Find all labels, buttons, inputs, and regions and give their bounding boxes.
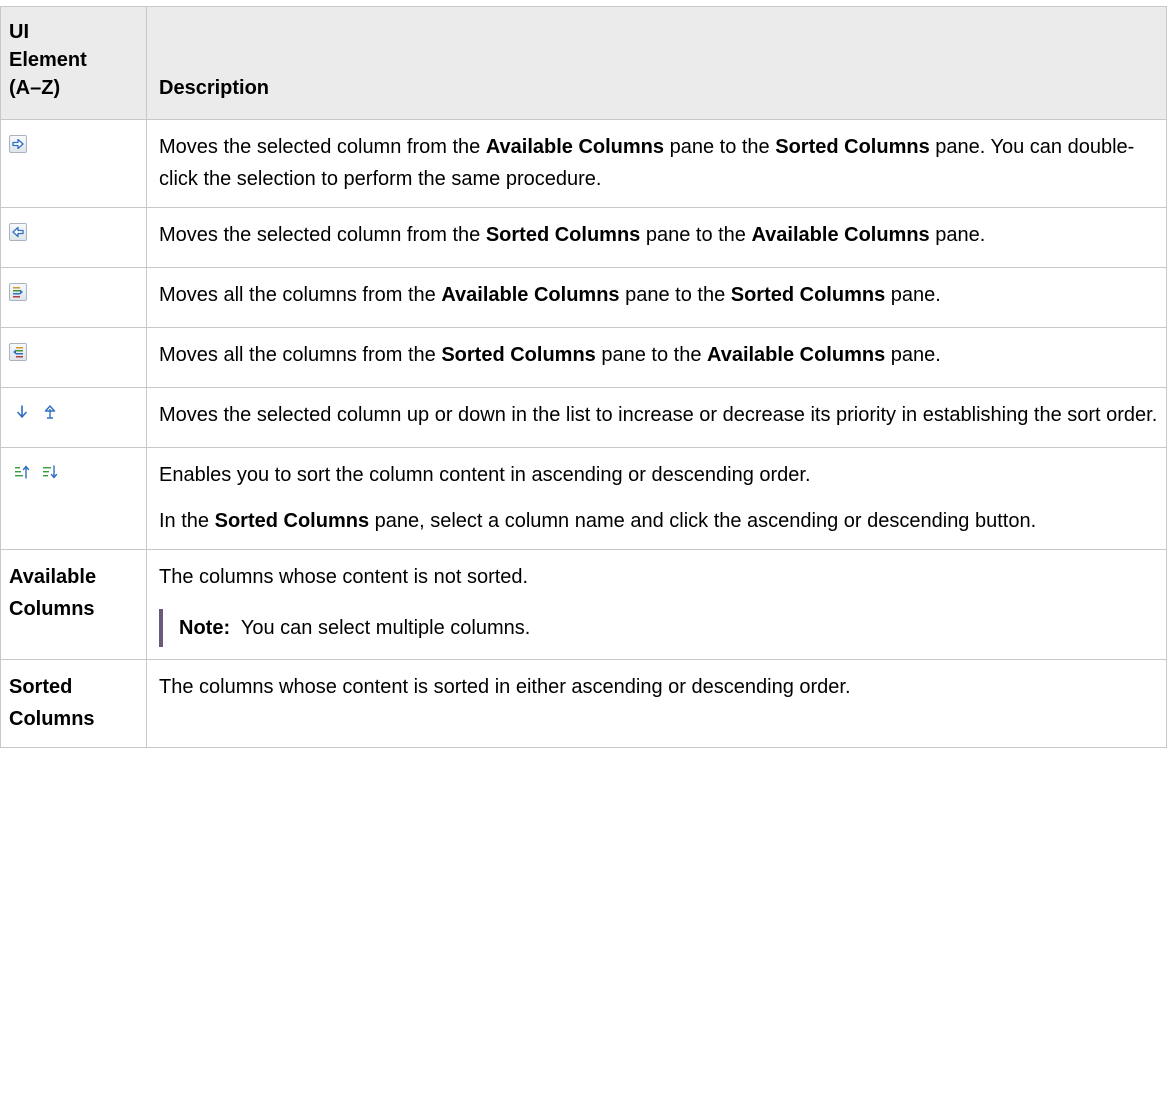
sort-descending-icon [41, 463, 59, 481]
header-ui-element-line-1: UI [9, 21, 29, 43]
desc-bold: Available Columns [707, 344, 886, 366]
description-cell: Enables you to sort the column content i… [146, 447, 1167, 550]
description-cell: Moves the selected column from the Avail… [146, 119, 1167, 208]
table-row: Moves all the columns from the Sorted Co… [0, 327, 1167, 388]
desc-text: pane to the [640, 224, 752, 246]
description-cell: The columns whose content is not sorted.… [146, 549, 1167, 660]
desc-text: pane, select a column name and click the… [369, 510, 1037, 532]
desc-bold: Sorted Columns [441, 344, 596, 366]
ui-element-name: Sorted Columns [0, 659, 147, 748]
move-up-arrow-icon [41, 403, 59, 421]
table-row: Moves the selected column from the Sorte… [0, 207, 1167, 268]
table-row: Moves the selected column up or down in … [0, 387, 1167, 448]
desc-bold: Available Columns [441, 284, 620, 306]
header-ui-element-line-2: Element [9, 49, 87, 71]
header-description: Description [146, 6, 1167, 120]
desc-text: Moves all the columns from the [159, 284, 442, 306]
ui-element-cell [0, 207, 147, 268]
move-left-arrow-icon [9, 223, 27, 241]
table-row: Available Columns The columns whose cont… [0, 549, 1167, 660]
desc-text: pane. [885, 344, 941, 366]
description-cell: Moves all the columns from the Available… [146, 267, 1167, 328]
desc-bold: Sorted Columns [485, 224, 641, 246]
desc-text: Moves the selected column from the [159, 136, 486, 158]
description-cell: Moves the selected column from the Sorte… [146, 207, 1167, 268]
desc-text: In the [159, 510, 215, 532]
desc-bold: Available Columns [485, 136, 665, 158]
ui-element-cell [0, 119, 147, 208]
description-cell: Moves all the columns from the Sorted Co… [146, 327, 1167, 388]
desc-bold: Available Columns [751, 224, 930, 246]
ui-element-cell [0, 267, 147, 328]
desc-text: pane. [885, 284, 941, 306]
desc-bold: Sorted Columns [730, 284, 886, 306]
table-row: Moves all the columns from the Available… [0, 267, 1167, 328]
move-right-arrow-icon [9, 135, 27, 153]
move-down-arrow-icon [13, 403, 31, 421]
desc-bold: Sorted Columns [775, 136, 930, 158]
ui-elements-table: UI Element (A–Z) Description Moves the s… [0, 6, 1167, 748]
table-row: Enables you to sort the column content i… [0, 447, 1167, 550]
desc-text: Moves all the columns from the [159, 344, 442, 366]
desc-text: pane. [929, 224, 986, 246]
desc-text: Moves the selected column from the [159, 224, 486, 246]
desc-paragraph: Enables you to sort the column content i… [159, 464, 811, 486]
move-all-left-icon [9, 343, 27, 361]
description-cell: Moves the selected column up or down in … [146, 387, 1167, 448]
desc-text: pane to the [664, 136, 776, 158]
sort-ascending-icon [13, 463, 31, 481]
desc-paragraph: The columns whose content is not sorted. [159, 566, 529, 588]
desc-bold: Sorted Columns [214, 510, 370, 532]
move-all-right-icon [9, 283, 27, 301]
table-header-row: UI Element (A–Z) Description [0, 6, 1167, 120]
note-box: Note: You can select multiple columns. [159, 609, 1158, 647]
ui-element-cell [0, 447, 147, 550]
header-ui-element: UI Element (A–Z) [0, 6, 147, 120]
note-label: Note: [179, 617, 231, 639]
ui-element-cell [0, 387, 147, 448]
desc-text: pane to the [619, 284, 731, 306]
note-text: You can select multiple columns. [240, 617, 531, 639]
desc-paragraph: In the Sorted Columns pane, select a col… [159, 505, 1158, 537]
table-row: Sorted Columns The columns whose content… [0, 659, 1167, 748]
description-cell: The columns whose content is sorted in e… [146, 659, 1167, 748]
table-row: Moves the selected column from the Avail… [0, 119, 1167, 208]
ui-element-name: Available Columns [0, 549, 147, 660]
ui-element-cell [0, 327, 147, 388]
desc-text: pane to the [595, 344, 707, 366]
header-ui-element-line-3: (A–Z) [9, 77, 61, 99]
